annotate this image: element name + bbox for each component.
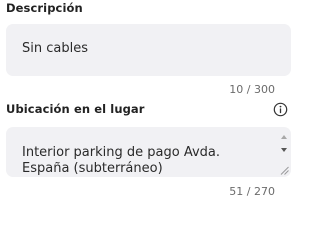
description-value[interactable]: Sin cables <box>22 41 88 57</box>
location-value[interactable]: Interior parking de pago Avda. España (s… <box>22 145 262 177</box>
location-label: Ubicación en el lugar <box>6 102 145 116</box>
description-label: Descripción <box>6 1 83 15</box>
info-circle-icon[interactable] <box>273 102 288 117</box>
description-textarea[interactable]: Sin cables <box>6 24 291 76</box>
scroll-down-arrow-icon[interactable] <box>280 147 288 153</box>
scroll-up-arrow-icon[interactable] <box>280 134 288 140</box>
location-char-counter: 51 / 270 <box>229 185 275 198</box>
location-textarea[interactable]: Interior parking de pago Avda. España (s… <box>6 127 291 177</box>
form-section: Descripción Sin cables 10 / 300 Ubicació… <box>0 0 298 202</box>
resize-grip-icon[interactable] <box>280 166 289 175</box>
description-char-counter: 10 / 300 <box>229 83 275 96</box>
